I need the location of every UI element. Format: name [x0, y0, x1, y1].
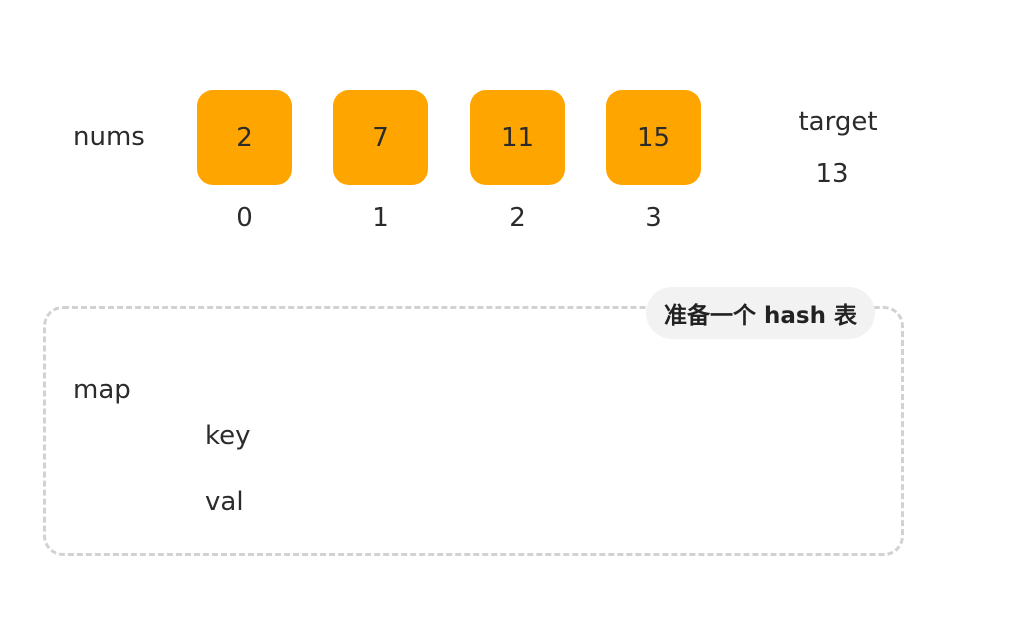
hash-map-container [43, 306, 904, 556]
target-label: target [798, 107, 878, 137]
map-key-label: key [205, 421, 251, 451]
array-index-0: 0 [236, 203, 253, 233]
array-index-2: 2 [509, 203, 526, 233]
array-cell-3: 15 [606, 90, 701, 185]
array-cell-1: 7 [333, 90, 428, 185]
array-index-3: 3 [645, 203, 662, 233]
target-value: 13 [815, 159, 849, 189]
map-val-label: val [205, 487, 244, 517]
array-index-1: 1 [372, 203, 389, 233]
array-cell-0: 2 [197, 90, 292, 185]
nums-label: nums [73, 122, 145, 152]
map-label: map [73, 375, 131, 405]
hash-map-badge: 准备一个 hash 表 [646, 287, 875, 339]
array-cell-2: 11 [470, 90, 565, 185]
